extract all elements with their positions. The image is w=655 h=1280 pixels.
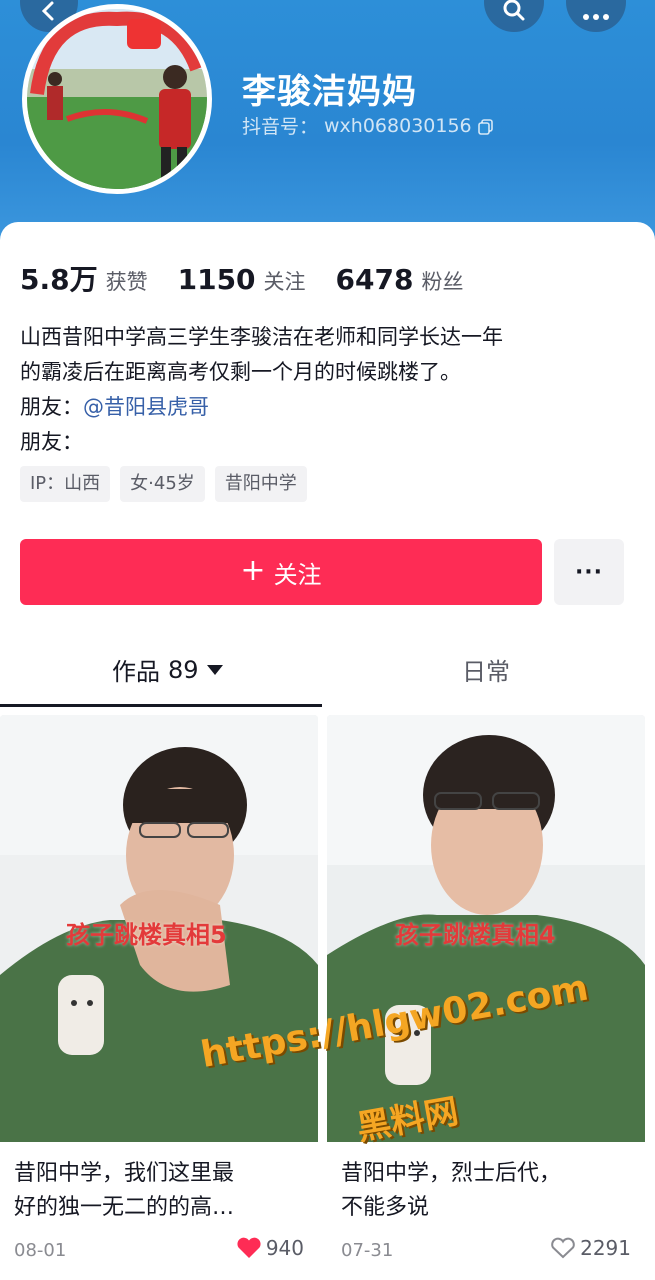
following-count[interactable]: 1150	[178, 263, 256, 296]
tab-active-indicator	[0, 704, 322, 707]
video-likes-count: 940	[265, 1236, 304, 1260]
avatar-image	[27, 9, 207, 189]
content-tabs: 作品 89 日常	[0, 640, 655, 708]
video-overlay-text: 孩子跳楼真相4	[395, 921, 556, 949]
douyin-id-label: 抖音号：	[242, 116, 319, 138]
bio-friend-line: 朋友：@昔阳县虎哥	[20, 390, 640, 425]
video-date: 07-31	[341, 1240, 394, 1261]
video-title-line: 昔阳中学，烈士后代，	[341, 1161, 562, 1186]
video-card[interactable]: 孩子跳楼真相5 昔阳中学，我们这里最 好的独一无二的的高… 08-01 940	[0, 715, 318, 1280]
video-title-line: 昔阳中学，我们这里最	[14, 1161, 235, 1186]
douyin-id[interactable]: 抖音号： wxh068030156	[242, 112, 494, 139]
video-overlay-text: 孩子跳楼真相5	[66, 921, 227, 949]
back-icon	[41, 1, 54, 21]
tag-school[interactable]: 昔阳中学	[214, 466, 307, 502]
tag-ip: IP：山西	[20, 466, 111, 502]
bio: 山西昔阳中学高三学生李骏洁在老师和同学长达一年 的霸凌后在距离高考仅剩一个月的时…	[20, 320, 640, 460]
heart-outline-icon	[551, 1237, 575, 1259]
avatar[interactable]	[22, 4, 212, 194]
more-icon	[583, 14, 609, 20]
video-thumbnail[interactable]: 孩子跳楼真相5	[0, 715, 318, 1142]
more-actions-button[interactable]: ···	[554, 539, 624, 605]
bio-line: 山西昔阳中学高三学生李骏洁在老师和同学长达一年	[20, 325, 503, 349]
profile-tags: IP：山西 女·45岁 昔阳中学	[20, 466, 307, 502]
video-date: 08-01	[14, 1240, 67, 1261]
video-thumbnail[interactable]: 孩子跳楼真相4	[327, 715, 645, 1142]
tab-works-label: 作品	[112, 658, 160, 686]
douyin-id-value: wxh068030156	[324, 114, 472, 137]
tab-works[interactable]: 作品 89	[112, 652, 223, 687]
video-likes[interactable]: 940	[236, 1236, 304, 1260]
video-title[interactable]: 昔阳中学，烈士后代， 不能多说	[341, 1157, 631, 1225]
followers-label[interactable]: 粉丝	[421, 266, 463, 296]
heart-filled-icon	[237, 1237, 261, 1258]
video-likes-count: 2291	[580, 1236, 631, 1260]
likes-label: 获赞	[105, 270, 148, 294]
tab-works-count: 89	[168, 655, 199, 684]
following-label[interactable]: 关注	[264, 266, 306, 296]
video-likes[interactable]: 2291	[550, 1236, 631, 1260]
followers-count[interactable]: 6478	[336, 263, 414, 296]
tab-daily-label: 日常	[462, 658, 510, 686]
video-title-line: 不能多说	[341, 1195, 430, 1220]
friend-label: 朋友：	[20, 395, 83, 419]
search-icon	[503, 0, 525, 21]
tab-daily[interactable]: 日常	[462, 652, 510, 687]
video-title-line: 好的独一无二的的高…	[14, 1195, 235, 1220]
bio-friend-line: 朋友：	[20, 430, 83, 454]
friend-mention-link[interactable]: @昔阳县虎哥	[83, 395, 209, 419]
caret-down-icon[interactable]	[206, 664, 223, 675]
tag-gender-age: 女·45岁	[120, 466, 205, 502]
follow-button[interactable]: + 关注	[20, 539, 542, 605]
plus-icon: +	[240, 553, 266, 588]
profile-name: 李骏洁妈妈	[242, 72, 417, 112]
likes-count: 5.8万	[20, 263, 98, 296]
follow-label: 关注	[273, 560, 322, 589]
stats-row: 5.8万 获赞 1150 关注 6478 粉丝	[20, 258, 493, 298]
video-title[interactable]: 昔阳中学，我们这里最 好的独一无二的的高…	[14, 1157, 304, 1225]
copy-icon[interactable]	[477, 118, 494, 135]
bio-line: 的霸凌后在距离高考仅剩一个月的时候跳楼了。	[20, 360, 461, 384]
